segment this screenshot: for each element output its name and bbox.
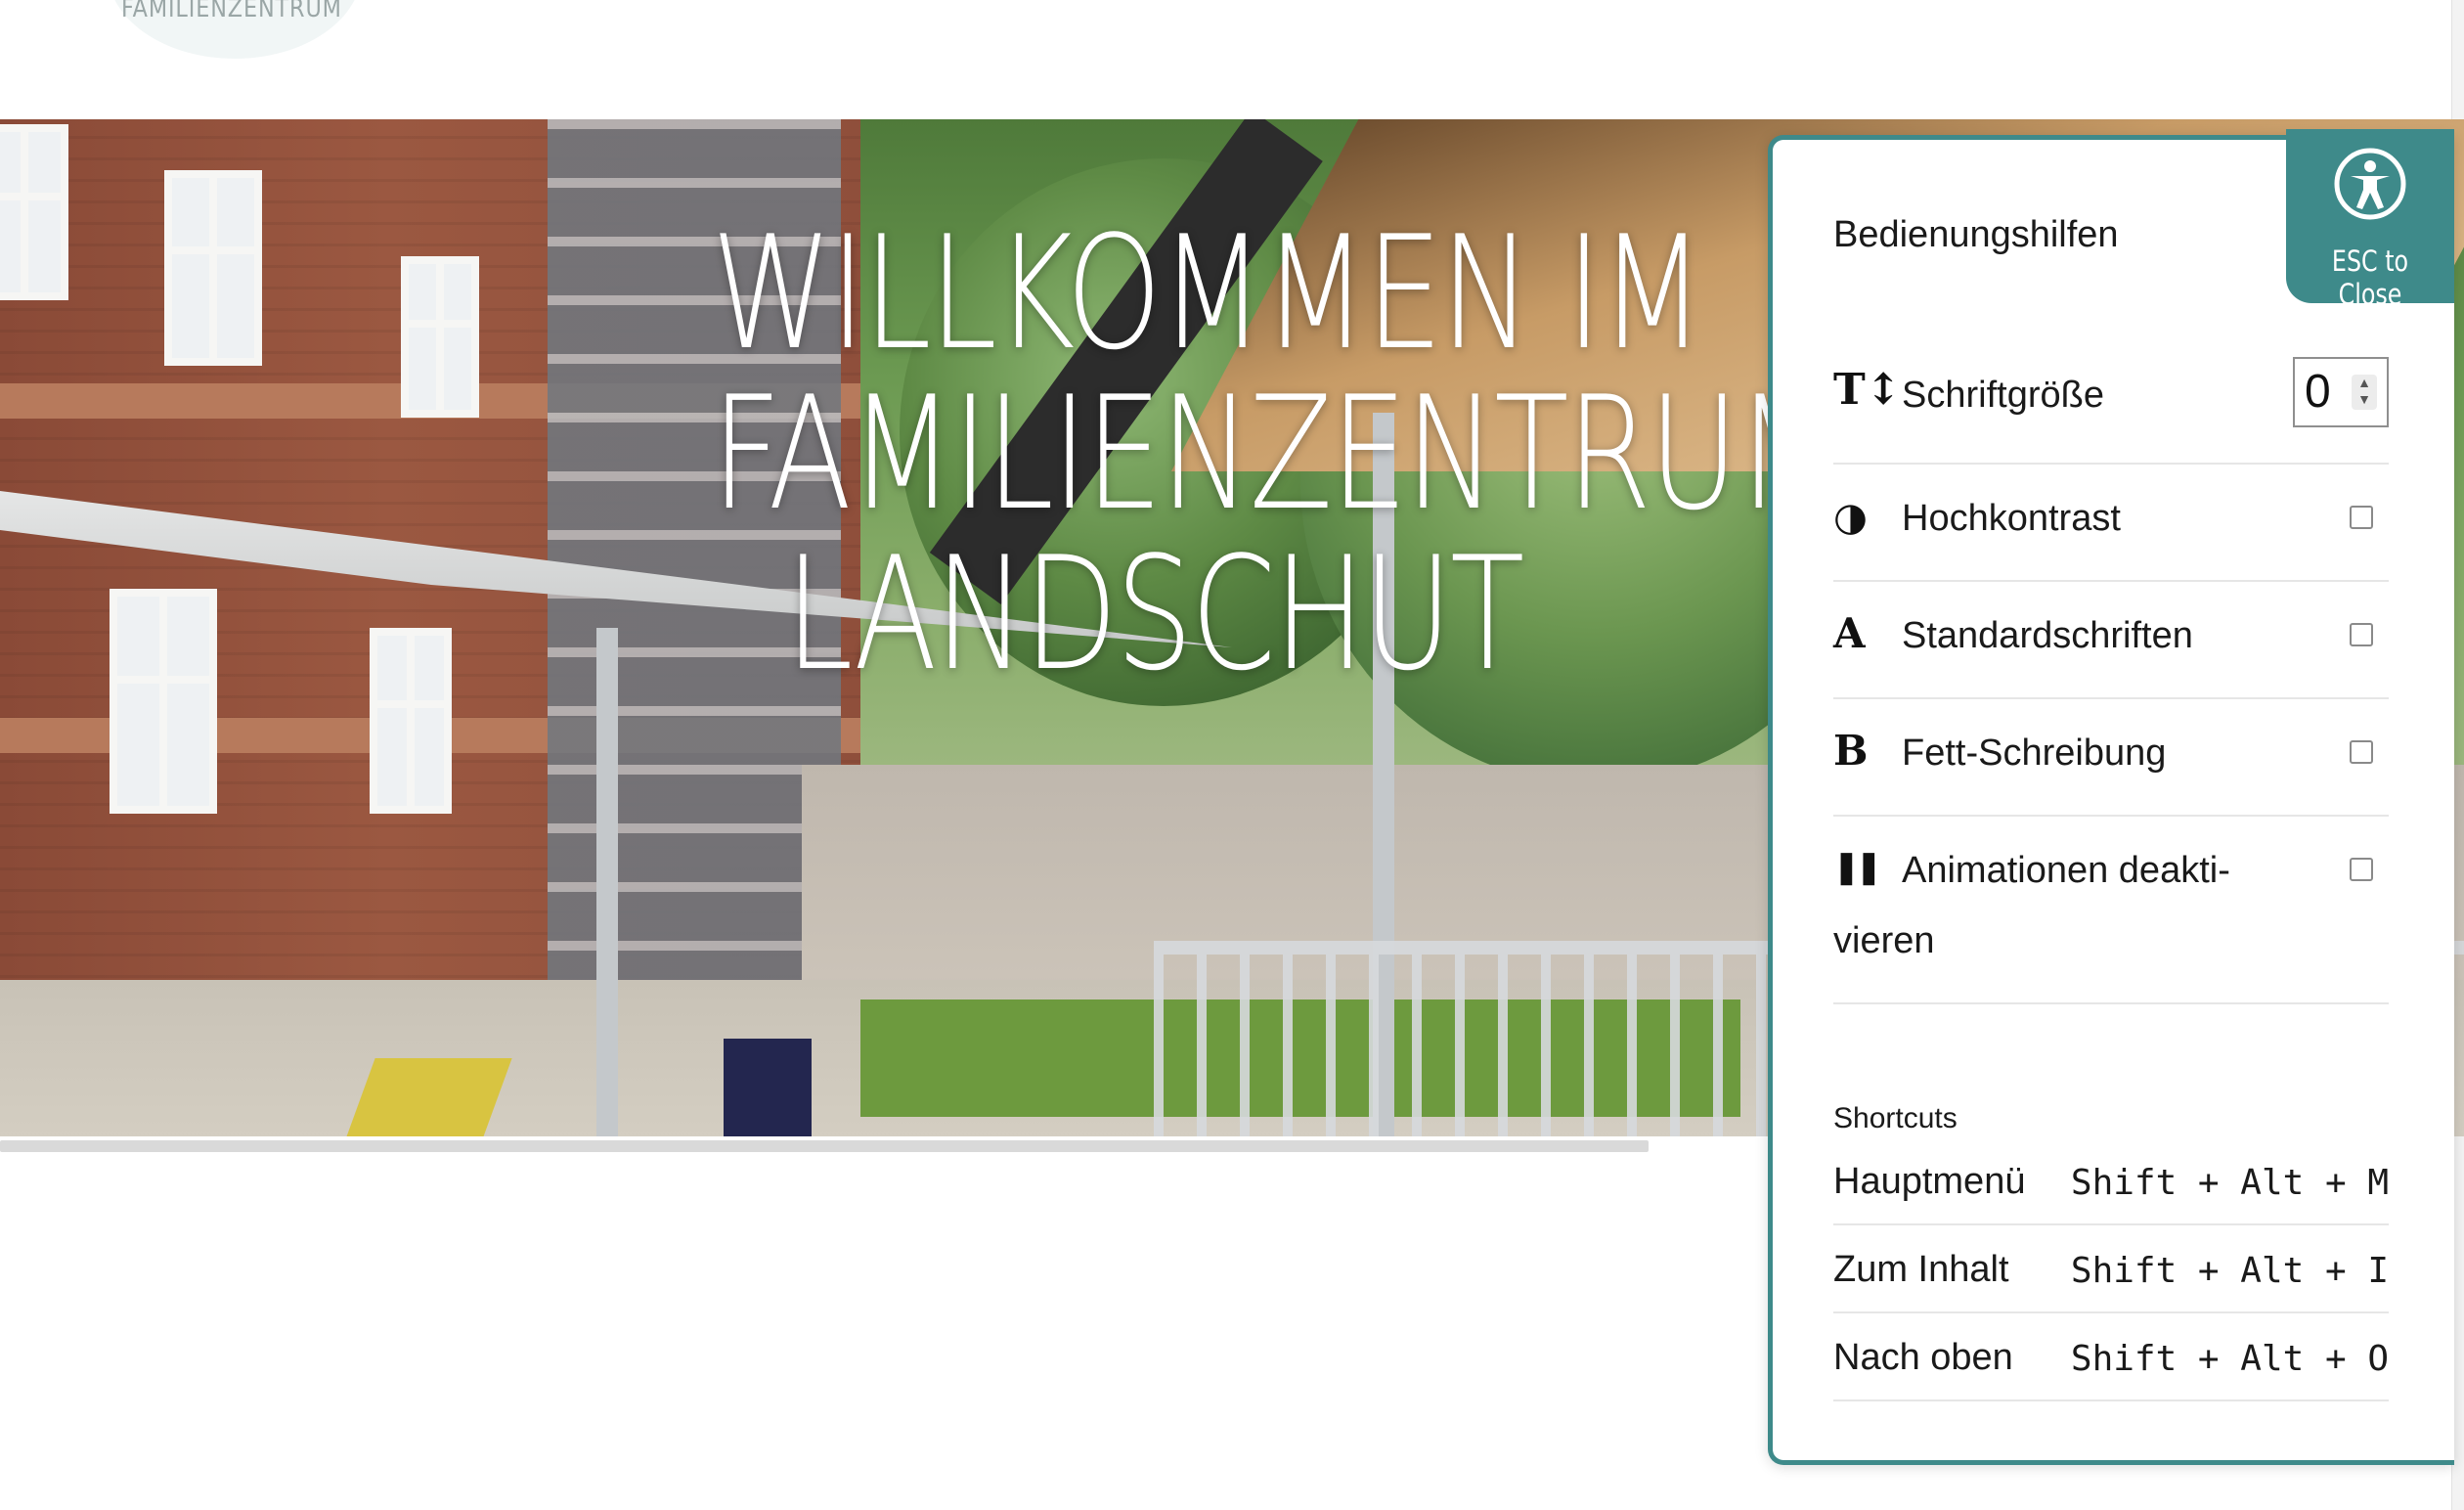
shortcut-label: Zum Inhalt (1833, 1249, 2009, 1290)
horizontal-scrollbar[interactable] (0, 1140, 1649, 1152)
shortcut-label: Hauptmenü (1833, 1161, 2026, 1202)
shortcut-row: Zum Inhalt Shift + Alt + I (1833, 1225, 2389, 1313)
shortcut-row: Nach oben Shift + Alt + O (1833, 1313, 2389, 1401)
building-window (164, 170, 262, 366)
building-window (0, 124, 68, 300)
accessibility-icon (2334, 148, 2406, 220)
shortcuts-heading: Shortcuts (1833, 1102, 1958, 1134)
option-disable-animations[interactable]: ❚❚ Animationen deakti- vieren (1833, 817, 2389, 1004)
option-label: Standardschriften (1902, 615, 2193, 656)
option-high-contrast[interactable]: ◑ Hochkontrast (1833, 465, 2389, 582)
option-bold-text[interactable]: B Fett-Schreibung (1833, 699, 2389, 817)
font-size-icon: T↕ (1833, 365, 1902, 415)
option-label: Animationen deakti- (1902, 850, 2230, 891)
option-label: Schriftgröße (1902, 375, 2104, 416)
option-label: Hochkontrast (1902, 498, 2121, 539)
hero-title-line: LANDSCHUT (785, 522, 1524, 705)
accessibility-panel: Bedienungshilfen T↕ Schriftgröße 0 ▲ ▼ ◑ … (1768, 135, 2454, 1465)
shortcut-keys: Shift + Alt + M (2070, 1163, 2389, 1203)
disable-animations-checkbox[interactable] (2350, 858, 2373, 881)
shortcut-label: Nach oben (1833, 1337, 2013, 1378)
bold-icon: B (1833, 727, 1869, 775)
building-window (370, 628, 452, 814)
shortcut-row: Hauptmenü Shift + Alt + M (1833, 1137, 2389, 1225)
shortcut-keys: Shift + Alt + I (2070, 1251, 2389, 1291)
building-window (110, 589, 217, 814)
close-label: ESC to Close (2331, 244, 2409, 311)
hero-title-line: FAMILIENZENTRUM (711, 362, 1842, 545)
hero-chair (724, 1039, 812, 1136)
panel-title: Bedienungshilfen (1833, 214, 2119, 255)
option-label: Fett-Schreibung (1902, 733, 2167, 774)
stepper-icon[interactable]: ▲ ▼ (2352, 375, 2377, 410)
hero-pole (596, 628, 618, 1136)
font-size-input[interactable]: 0 ▲ ▼ (2293, 357, 2389, 427)
pause-icon: ❚❚ (1833, 848, 1882, 885)
hero-title: WILLKOMMEN IM FAMILIENZENTRUM LANDSCHUT (711, 201, 1842, 705)
hero-title-line: WILLKOMMEN IM (711, 201, 1705, 384)
font-size-value: 0 (2305, 366, 2331, 418)
shortcut-keys: Shift + Alt + O (2070, 1339, 2389, 1379)
high-contrast-checkbox[interactable] (2350, 506, 2373, 529)
option-font-size: T↕ Schriftgröße 0 ▲ ▼ (1833, 357, 2389, 465)
option-label-continued: vieren (1833, 920, 1935, 961)
site-logo[interactable]: FAMILIENZENTRUM (121, 0, 342, 23)
contrast-icon: ◑ (1833, 494, 1868, 540)
standard-fonts-checkbox[interactable] (2350, 623, 2373, 646)
building-window (401, 256, 479, 418)
bold-text-checkbox[interactable] (2350, 740, 2373, 764)
option-standard-fonts[interactable]: A Standardschriften (1833, 582, 2389, 699)
close-panel-button[interactable]: ESC to Close (2286, 129, 2454, 311)
standard-font-icon: A (1833, 609, 1866, 657)
